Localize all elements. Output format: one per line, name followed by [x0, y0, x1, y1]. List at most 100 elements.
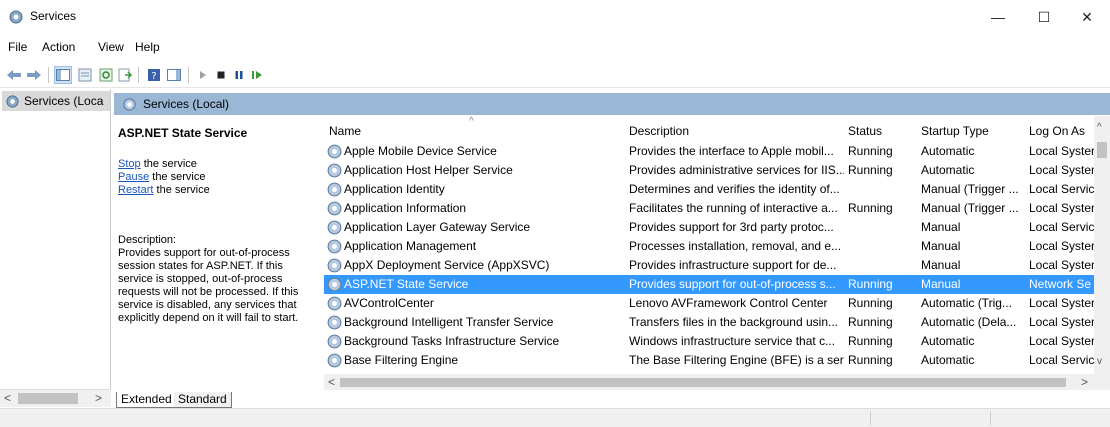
- service-name: Application Host Helper Service: [344, 163, 513, 177]
- tab-standard[interactable]: Standard: [174, 392, 232, 408]
- scroll-up-icon[interactable]: ^: [1097, 122, 1102, 133]
- stop-link[interactable]: Stop: [118, 158, 141, 170]
- service-startup-type: Automatic (Trig...: [921, 296, 1012, 310]
- table-row[interactable]: Application Host Helper Service Provides …: [324, 161, 1095, 180]
- toolbar-separator: [138, 67, 139, 83]
- service-log-on-as: Local Syster: [1029, 296, 1096, 310]
- help-icon[interactable]: ?: [145, 66, 163, 84]
- show-action-pane-icon[interactable]: [165, 66, 183, 84]
- horizontal-scrollbar[interactable]: < >: [324, 374, 1110, 390]
- column-header-status[interactable]: Status: [848, 124, 882, 138]
- service-startup-type: Manual: [921, 220, 961, 234]
- pane-header-label: Services (Local): [143, 97, 230, 111]
- service-gear-icon: [327, 296, 342, 311]
- forward-icon[interactable]: [25, 66, 43, 84]
- refresh-icon[interactable]: [97, 66, 115, 84]
- menu-action[interactable]: Action: [42, 40, 75, 54]
- column-header-name[interactable]: Name: [329, 124, 361, 138]
- service-name: Background Tasks Infrastructure Service: [344, 334, 560, 348]
- stop-action: Stop the service: [118, 158, 197, 170]
- service-status: Running: [848, 277, 893, 291]
- service-log-on-as: Local Syster: [1029, 239, 1096, 253]
- export-list-icon[interactable]: [116, 66, 134, 84]
- service-gear-icon: [327, 277, 342, 292]
- service-startup-type: Manual: [921, 258, 961, 272]
- service-startup-type: Automatic: [921, 334, 975, 348]
- scroll-left-icon[interactable]: <: [4, 391, 11, 405]
- menu-help[interactable]: Help: [135, 40, 160, 54]
- service-name: ASP.NET State Service: [344, 277, 469, 291]
- service-gear-icon: [327, 144, 342, 159]
- scroll-down-icon[interactable]: v: [1097, 356, 1102, 367]
- view-tabs: Extended Standard: [114, 392, 1110, 408]
- service-log-on-as: Local Servic: [1029, 220, 1095, 234]
- stop-suffix: the service: [140, 158, 197, 170]
- menu-view[interactable]: View: [98, 40, 124, 54]
- stop-service-icon[interactable]: [212, 66, 230, 84]
- service-status: Running: [848, 201, 893, 215]
- column-header-log-on-as[interactable]: Log On As: [1029, 124, 1085, 138]
- table-row[interactable]: Base Filtering Engine The Base Filtering …: [324, 351, 1094, 370]
- service-gear-icon: [327, 353, 342, 368]
- service-gear-icon: [327, 315, 342, 330]
- services-list: ^ Name Description Status Startup Type L…: [324, 116, 1110, 390]
- scroll-thumb[interactable]: [340, 378, 1066, 387]
- table-row[interactable]: Application Layer Gateway Service Provide…: [324, 218, 1094, 237]
- service-name: Application Management: [344, 239, 477, 253]
- scroll-right-icon[interactable]: >: [95, 391, 102, 405]
- column-header-startup-type[interactable]: Startup Type: [921, 124, 989, 138]
- restart-link[interactable]: Restart: [118, 184, 153, 196]
- service-startup-type: Automatic: [921, 353, 975, 367]
- service-name: Application Layer Gateway Service: [344, 220, 531, 234]
- scroll-thumb[interactable]: [1097, 142, 1107, 158]
- service-description: Provides the interface to Apple mobil...: [629, 144, 834, 158]
- restart-service-icon[interactable]: [248, 66, 266, 84]
- service-log-on-as: Local Servic: [1029, 353, 1095, 367]
- scroll-thumb[interactable]: [18, 393, 78, 404]
- service-gear-icon: [327, 163, 342, 178]
- service-log-on-as: Local Servic: [1029, 182, 1095, 196]
- back-icon[interactable]: [5, 66, 23, 84]
- scroll-left-icon[interactable]: <: [328, 375, 335, 389]
- service-startup-type: Manual: [921, 239, 961, 253]
- service-startup-type: Manual (Trigger ...: [921, 201, 1019, 215]
- pause-suffix: the service: [149, 171, 206, 183]
- table-row[interactable]: ASP.NET State Service Provides support fo…: [324, 275, 1094, 294]
- service-status: Running: [848, 163, 893, 177]
- restart-action: Restart the service: [118, 184, 210, 196]
- table-row[interactable]: Background Intelligent Transfer Service T…: [324, 313, 1095, 332]
- service-description: Provides infrastructure support for de..…: [629, 258, 837, 272]
- scroll-right-icon[interactable]: >: [1081, 375, 1088, 389]
- table-row[interactable]: Application Identity Determines and verif…: [324, 180, 1094, 199]
- table-row[interactable]: Background Tasks Infrastructure Service W…: [324, 332, 1095, 351]
- tree-horizontal-scrollbar[interactable]: < >: [0, 389, 111, 407]
- minimize-button[interactable]: —: [975, 0, 1021, 34]
- service-description: Transfers files in the background usin..…: [629, 315, 838, 329]
- start-service-icon[interactable]: [194, 66, 212, 84]
- toolbar-separator: [48, 67, 49, 83]
- service-name: AVControlCenter: [344, 296, 434, 310]
- tab-extended[interactable]: Extended: [116, 392, 177, 408]
- table-row[interactable]: Application Management Processes installa…: [324, 237, 1096, 256]
- column-header-description[interactable]: Description: [629, 124, 689, 138]
- close-button[interactable]: ✕: [1064, 0, 1110, 34]
- table-row[interactable]: AppX Deployment Service (AppXSVC) Provide…: [324, 256, 1096, 275]
- pause-link[interactable]: Pause: [118, 171, 149, 183]
- table-row[interactable]: Application Information Facilitates the r…: [324, 199, 1095, 218]
- services-header-icon: [123, 97, 136, 111]
- service-log-on-as: Local Syster: [1029, 258, 1096, 272]
- service-name: Base Filtering Engine: [344, 353, 459, 367]
- properties-icon[interactable]: [76, 66, 94, 84]
- table-row[interactable]: Apple Mobile Device Service Provides the …: [324, 142, 1095, 161]
- service-status: Running: [848, 315, 893, 329]
- maximize-button[interactable]: ☐: [1021, 0, 1067, 34]
- table-row[interactable]: AVControlCenter Lenovo AVFramework Contro…: [324, 294, 1096, 313]
- tree-node-services-local[interactable]: Services (Loca: [2, 91, 110, 111]
- svg-text:?: ?: [151, 71, 156, 82]
- service-description: The Base Filtering Engine (BFE) is a ser…: [629, 353, 844, 367]
- vertical-scrollbar[interactable]: ^ v: [1094, 116, 1110, 374]
- show-hide-console-tree-icon[interactable]: [54, 66, 72, 84]
- service-status: Running: [848, 353, 893, 367]
- menu-file[interactable]: File: [8, 40, 27, 54]
- pause-service-icon[interactable]: [230, 66, 248, 84]
